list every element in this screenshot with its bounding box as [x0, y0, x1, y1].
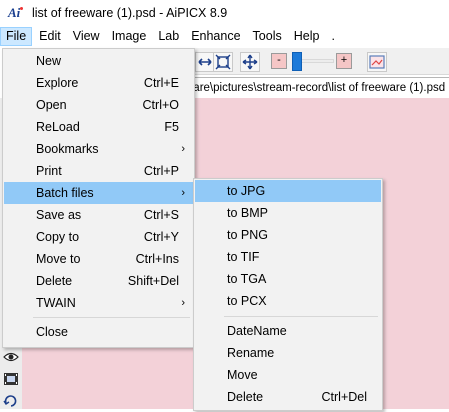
- menu-item-delete[interactable]: Delete Shift+Del: [4, 270, 193, 292]
- menu-help[interactable]: Help: [289, 27, 325, 46]
- menu-edit[interactable]: Edit: [34, 27, 66, 46]
- menu-extra[interactable]: .: [326, 27, 339, 46]
- menu-enhance[interactable]: Enhance: [186, 27, 245, 46]
- submenu-arrow-icon: ›: [181, 297, 185, 309]
- menu-image[interactable]: Image: [107, 27, 152, 46]
- menu-view[interactable]: View: [68, 27, 105, 46]
- rotate-icon[interactable]: [3, 393, 19, 409]
- actual-size-icon[interactable]: [240, 52, 260, 72]
- submenu-item-rename[interactable]: Rename: [195, 342, 381, 364]
- submenu-arrow-icon: ›: [181, 143, 185, 155]
- menu-lab[interactable]: Lab: [153, 27, 184, 46]
- zoom-in-button[interactable]: +: [336, 53, 352, 69]
- title-bar: Ai list of freeware (1).psd - AiPICX 8.9: [0, 0, 449, 25]
- submenu-item-to-pcx[interactable]: to PCX: [195, 290, 381, 312]
- submenu-item-datename[interactable]: DateName: [195, 320, 381, 342]
- menu-tools[interactable]: Tools: [248, 27, 287, 46]
- menu-separator: [33, 317, 190, 318]
- film-icon[interactable]: [3, 371, 19, 387]
- zoom-slider-thumb[interactable]: [292, 52, 302, 71]
- zoom-slider-track[interactable]: [300, 59, 334, 63]
- eye-icon[interactable]: [3, 349, 19, 365]
- menu-item-explore[interactable]: Explore Ctrl+E: [4, 72, 193, 94]
- zoom-out-button[interactable]: -: [271, 53, 287, 69]
- app-logo: Ai: [8, 5, 26, 21]
- menu-item-bookmarks[interactable]: Bookmarks ›: [4, 138, 193, 160]
- menu-item-reload[interactable]: ReLoad F5: [4, 116, 193, 138]
- submenu-item-delete[interactable]: Delete Ctrl+Del: [195, 386, 381, 408]
- file-menu-dropdown: New Explore Ctrl+E Open Ctrl+O ReLoad F5…: [2, 48, 195, 348]
- menu-item-new[interactable]: New: [4, 50, 193, 72]
- window-title: list of freeware (1).psd - AiPICX 8.9: [32, 5, 228, 20]
- app-logo-text: Ai: [8, 4, 21, 20]
- menu-item-twain[interactable]: TWAIN ›: [4, 292, 193, 314]
- submenu-item-to-jpg[interactable]: to JPG: [195, 180, 381, 202]
- menu-item-save-as[interactable]: Save as Ctrl+S: [4, 204, 193, 226]
- menu-file[interactable]: File: [0, 27, 33, 46]
- submenu-item-to-png[interactable]: to PNG: [195, 224, 381, 246]
- submenu-item-move[interactable]: Move: [195, 364, 381, 386]
- fit-window-icon[interactable]: [213, 52, 233, 72]
- submenu-item-to-tga[interactable]: to TGA: [195, 268, 381, 290]
- submenu-item-to-tif[interactable]: to TIF: [195, 246, 381, 268]
- batch-files-submenu: to JPG to BMP to PNG to TIF to TGA to PC…: [193, 178, 383, 411]
- menu-bar: File Edit View Image Lab Enhance Tools H…: [0, 26, 449, 47]
- menu-separator: [224, 316, 378, 317]
- submenu-arrow-icon: ›: [181, 187, 185, 199]
- menu-item-close[interactable]: Close: [4, 321, 193, 343]
- menu-item-open[interactable]: Open Ctrl+O: [4, 94, 193, 116]
- menu-item-copy-to[interactable]: Copy to Ctrl+Y: [4, 226, 193, 248]
- menu-item-move-to[interactable]: Move to Ctrl+Ins: [4, 248, 193, 270]
- path-text: ware\pictures\stream-record\list of free…: [193, 82, 446, 94]
- menu-item-batch-files[interactable]: Batch files ›: [4, 182, 193, 204]
- logo-dot: [20, 6, 23, 10]
- menu-item-print[interactable]: Print Ctrl+P: [4, 160, 193, 182]
- fit-width-icon[interactable]: [195, 52, 215, 72]
- submenu-item-to-bmp[interactable]: to BMP: [195, 202, 381, 224]
- thumbnail-view-icon[interactable]: [367, 52, 387, 72]
- path-field[interactable]: ware\pictures\stream-record\list of free…: [193, 77, 449, 99]
